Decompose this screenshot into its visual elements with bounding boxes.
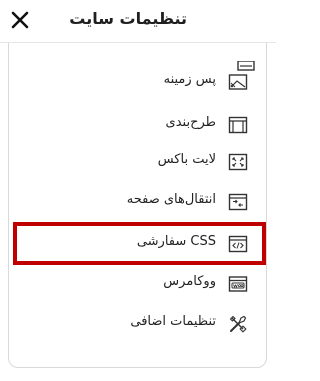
tools-icon: [229, 315, 247, 333]
settings-item-label: انتقال‌های صفحه: [126, 192, 216, 207]
settings-item-label: طرح‌بندی: [165, 115, 216, 130]
settings-item-label: CSS سفارشی: [136, 234, 216, 249]
code-icon: [228, 235, 248, 253]
settings-item-extra-settings[interactable]: تنظیمات اضافی: [9, 302, 266, 346]
settings-item-label: لایت باکس: [157, 152, 216, 167]
page-transitions-icon: [228, 193, 248, 211]
close-button[interactable]: [10, 10, 30, 30]
panel-title: تنظیمات سایت: [69, 9, 187, 28]
background-icon: [228, 74, 248, 90]
panel-header: تنظیمات سایت: [0, 0, 276, 43]
woocommerce-icon: [228, 276, 248, 292]
settings-item-label: تنظیمات اضافی: [130, 314, 216, 329]
settings-item-woocommerce[interactable]: ووکامرس: [9, 262, 266, 306]
site-settings-panel: تنظیمات سایت پس زمینه طرح‌بندی لایت ب: [0, 0, 276, 381]
settings-item-lightbox[interactable]: لایت باکس: [9, 140, 266, 184]
settings-item-label: ووکامرس: [163, 274, 216, 289]
settings-item-page-transitions[interactable]: انتقال‌های صفحه: [9, 180, 266, 224]
settings-item-label: پس زمینه: [163, 72, 216, 87]
close-icon: [11, 11, 29, 29]
settings-item-background[interactable]: پس زمینه: [9, 60, 266, 104]
settings-item-custom-css[interactable]: CSS سفارشی: [9, 222, 266, 266]
lightbox-icon: [228, 153, 248, 171]
layout-icon: [228, 116, 248, 134]
